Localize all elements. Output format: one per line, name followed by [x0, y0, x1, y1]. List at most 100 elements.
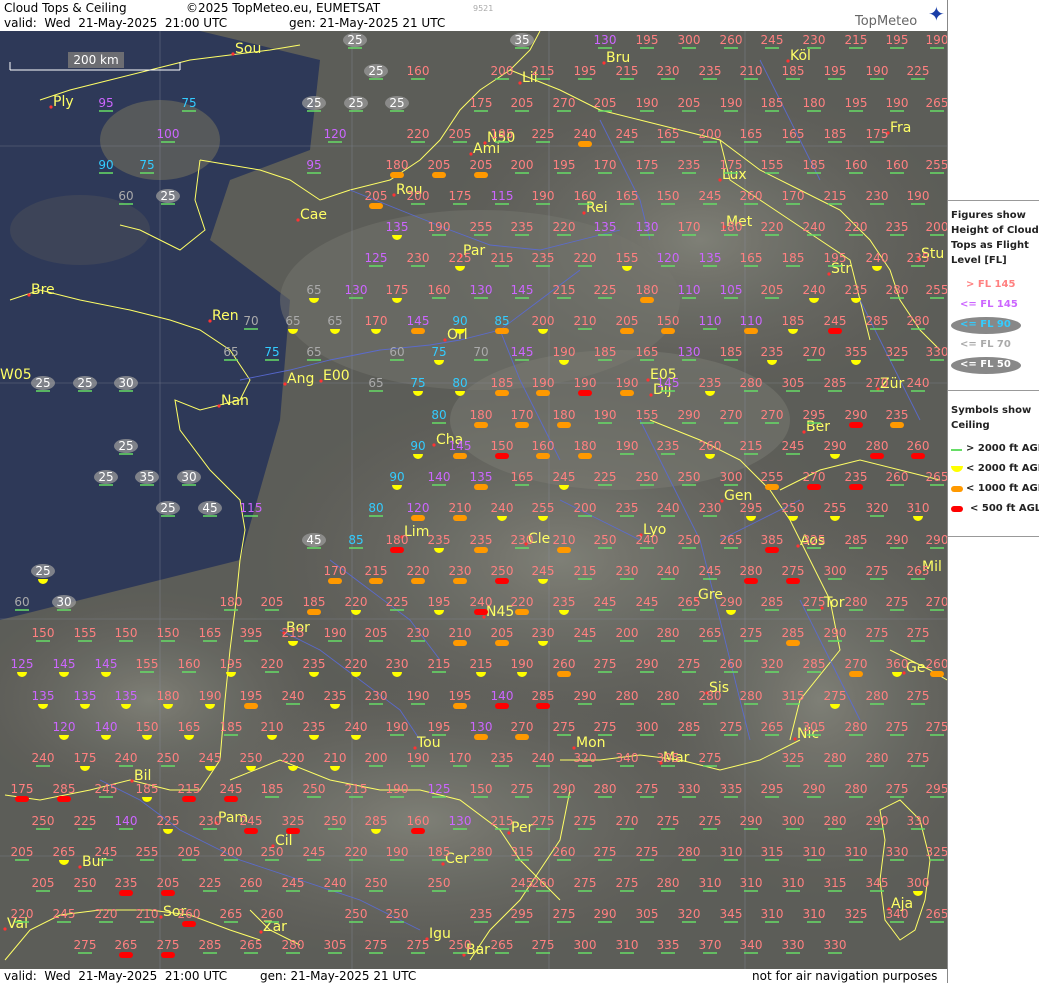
cloud-top-value: 65: [223, 345, 238, 359]
cloud-top-value: 300: [720, 470, 743, 484]
city-label-fra: Fra: [890, 120, 911, 136]
ceiling-500-symbol: [849, 484, 863, 490]
cloud-top-value: 215: [845, 33, 868, 47]
ceiling-1000-symbol: [620, 328, 634, 334]
cloud-top-value: 395: [240, 626, 263, 640]
cloud-top-value: 145: [657, 376, 680, 390]
cloud-top-value: 25: [118, 439, 133, 453]
ceiling-500-symbol: [495, 703, 509, 709]
cloud-top-value: 190: [199, 689, 222, 703]
ceiling-1000-symbol: [786, 640, 800, 646]
cloud-top-value: 70: [473, 345, 488, 359]
cloud-top-value: 190: [511, 657, 534, 671]
ceiling-500-symbol: [870, 453, 884, 459]
cloud-top-value: 305: [636, 907, 659, 921]
cloud-top-value: 45: [202, 501, 217, 515]
cloud-top-value: 145: [407, 314, 430, 328]
ceiling-1000-symbol: [453, 703, 467, 709]
cloud-top-value: 270: [720, 408, 743, 422]
red-pill-icon: [951, 506, 963, 512]
cloud-top-value: 240: [491, 501, 514, 515]
cloud-top-value: 280: [594, 782, 617, 796]
ceiling-1000-symbol: [495, 640, 509, 646]
cloud-top-value: 190: [866, 64, 889, 78]
cloud-tops-map[interactable]: 200 km Sou Ply Lil Bru Köl Ami N50 Fra Rou Lux Cae…: [0, 31, 947, 969]
ceiling-1000-symbol: [578, 453, 592, 459]
cloud-top-value: 25: [389, 96, 404, 110]
cloud-top-value: 80: [452, 376, 467, 390]
cloud-top-value: 240: [657, 501, 680, 515]
cloud-top-value: 320: [678, 907, 701, 921]
cloud-top-value: 280: [907, 314, 930, 328]
cloud-top-value: 25: [348, 96, 363, 110]
cloud-top-value: 80: [431, 408, 446, 422]
cloud-top-value: 250: [386, 907, 409, 921]
footer-disclaimer: not for air navigation purposes: [752, 969, 938, 983]
cloud-top-value: 105: [720, 283, 743, 297]
cloud-top-value: 245: [240, 814, 263, 828]
cloud-top-value: 245: [699, 564, 722, 578]
cloud-top-value: 200: [407, 189, 430, 203]
cloud-top-value: 265: [926, 470, 947, 484]
cloud-top-value: 260: [720, 33, 743, 47]
cloud-top-value: 250: [491, 564, 514, 578]
city-label-cae: Cae: [300, 207, 327, 223]
ceiling-1000-symbol: [557, 671, 571, 677]
legend-fl-low: <= FL 90: [960, 319, 1011, 330]
cloud-top-value: 250: [324, 814, 347, 828]
cloud-top-value: 30: [181, 470, 196, 484]
ceiling-1000-symbol: [495, 328, 509, 334]
cloud-top-value: 340: [616, 751, 639, 765]
cloud-top-value: 195: [886, 33, 909, 47]
cloud-top-value: 190: [407, 751, 430, 765]
cloud-top-value: 165: [199, 626, 222, 640]
city-label-ang: Ang: [287, 371, 314, 387]
ceiling-500-symbol: [15, 796, 29, 802]
cloud-top-value: 280: [740, 689, 763, 703]
ceiling-500-symbol: [495, 578, 509, 584]
cloud-top-value: 240: [657, 564, 680, 578]
cloud-top-value: 280: [824, 814, 847, 828]
cloud-top-value: 285: [782, 626, 805, 640]
cloud-top-value: 355: [845, 345, 868, 359]
ceiling-1000-symbol: [307, 609, 321, 615]
cloud-top-value: 230: [449, 564, 472, 578]
cloud-top-value: 135: [470, 470, 493, 484]
cloud-top-value: 250: [365, 876, 388, 890]
cloud-top-value: 60: [118, 189, 133, 203]
cloud-top-value: 325: [803, 533, 826, 547]
cloud-top-value: 205: [11, 845, 34, 859]
cloud-top-value: 155: [136, 657, 159, 671]
cloud-top-value: 340: [740, 938, 763, 952]
cloud-top-value: 220: [553, 220, 576, 234]
ceiling-1000-symbol: [930, 671, 944, 677]
cloud-top-value: 220: [345, 657, 368, 671]
ceiling-500-symbol: [161, 890, 175, 896]
cloud-top-value: 280: [845, 782, 868, 796]
scale-label: 200 km: [73, 53, 118, 67]
cloud-top-value: 220: [407, 127, 430, 141]
cloud-top-value: 275: [574, 814, 597, 828]
cloud-top-value: 235: [907, 251, 930, 265]
city-label-w05: W05: [0, 367, 32, 383]
cloud-top-value: 90: [389, 470, 404, 484]
cloud-top-value: 95: [98, 96, 113, 110]
cloud-top-value: 190: [720, 96, 743, 110]
cloud-top-value: 190: [532, 376, 555, 390]
cloud-top-value: 280: [866, 751, 889, 765]
cloud-top-value: 305: [803, 720, 826, 734]
cloud-top-value: 215: [491, 814, 514, 828]
cloud-top-value: 285: [845, 533, 868, 547]
cloud-top-value: 300: [678, 33, 701, 47]
cloud-top-value: 230: [365, 689, 388, 703]
ceiling-1000-symbol: [474, 547, 488, 553]
cloud-top-value: 75: [181, 96, 196, 110]
cloud-top-value: 210: [136, 907, 159, 921]
cloud-top-value: 255: [136, 845, 159, 859]
cloud-top-value: 120: [53, 720, 76, 734]
cloud-top-value: 220: [282, 751, 305, 765]
cloud-top-value: 140: [491, 689, 514, 703]
legend-ceiling-1000: < 1000 ft AGL: [966, 483, 1039, 494]
cloud-top-value: 310: [761, 907, 784, 921]
topmeteo-logo[interactable]: TopMeteo: [855, 14, 917, 29]
